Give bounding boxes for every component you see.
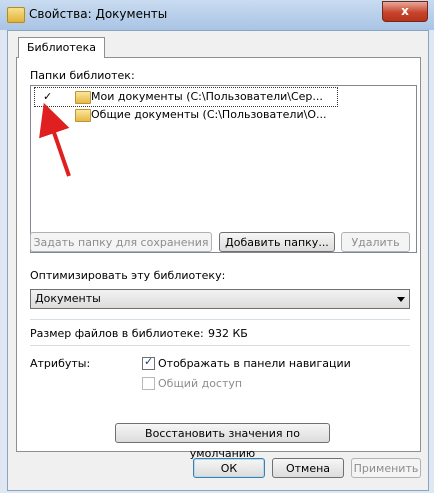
size-label: Размер файлов в библиотеке:: [30, 327, 204, 340]
check-icon: ✓: [144, 355, 154, 368]
divider: [30, 319, 410, 320]
attributes-label: Атрибуты:: [30, 357, 91, 370]
optimize-selected-value: Документы: [35, 292, 101, 305]
properties-dialog: Библиотека Папки библиотек: ✓ Мои докуме…: [7, 30, 429, 491]
close-button[interactable]: x: [382, 1, 428, 22]
red-arrow-annotation: [39, 102, 71, 177]
shared-label: Общий доступ: [158, 377, 243, 390]
add-folder-button[interactable]: Добавить папку...: [219, 232, 335, 252]
apply-button[interactable]: Применить: [351, 458, 421, 478]
optimize-select[interactable]: Документы: [30, 289, 410, 309]
library-folders-label: Папки библиотек:: [30, 69, 135, 82]
cancel-button[interactable]: Отмена: [272, 458, 344, 478]
divider: [30, 345, 410, 346]
chevron-down-icon: [397, 297, 405, 302]
restore-defaults-button[interactable]: Восстановить значения по умолчанию: [115, 423, 330, 460]
optimize-label: Оптимизировать эту библиотеку:: [30, 269, 226, 282]
library-folders-list[interactable]: ✓ Мои документы (C:\Пользователи\Сер... …: [30, 85, 417, 253]
folder-path: Общие документы (C:\Пользователи\О...: [91, 108, 327, 121]
show-in-nav-label: Отображать в панели навигации: [158, 357, 351, 370]
folder-icon: [7, 7, 25, 23]
shared-checkbox[interactable]: [142, 377, 155, 390]
ok-button[interactable]: ОК: [193, 458, 265, 478]
tab-library[interactable]: Библиотека: [18, 37, 105, 58]
remove-folder-button[interactable]: Удалить: [341, 232, 410, 252]
size-value: 932 КБ: [208, 327, 248, 340]
title-bar: Свойства: Документы x: [0, 0, 434, 30]
show-in-nav-checkbox[interactable]: ✓: [142, 355, 155, 370]
window-title: Свойства: Документы: [29, 7, 168, 21]
set-save-folder-button[interactable]: Задать папку для сохранения: [30, 232, 212, 252]
folder-path: Мои документы (C:\Пользователи\Сер...: [91, 90, 323, 103]
